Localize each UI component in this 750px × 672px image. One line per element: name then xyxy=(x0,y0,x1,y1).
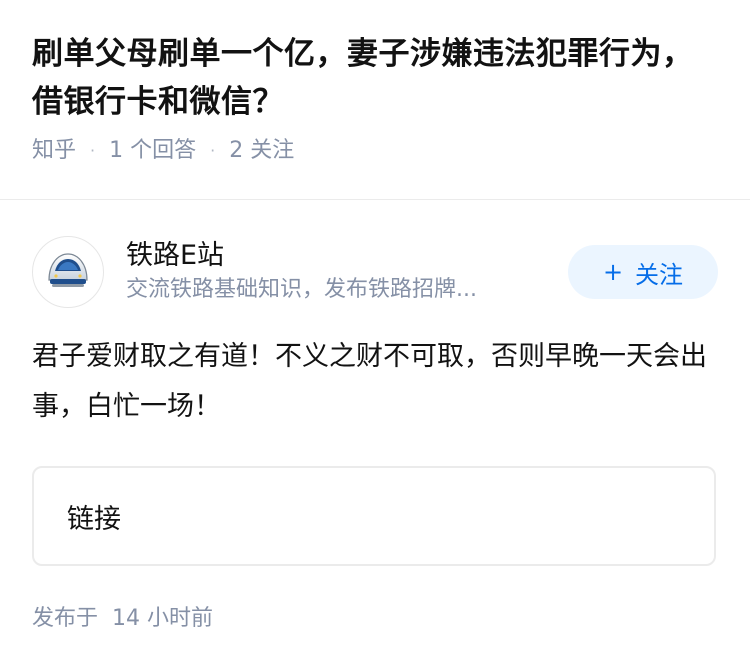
follow-count[interactable]: 2 关注 xyxy=(229,136,294,166)
link-card-label: 链接 xyxy=(67,503,121,535)
follow-button[interactable]: + 关注 xyxy=(568,245,718,299)
publish-label: 发布于 xyxy=(32,606,99,631)
answer-count[interactable]: 1 个回答 xyxy=(109,136,196,166)
separator-dot: · xyxy=(90,141,96,160)
divider xyxy=(0,199,750,200)
publish-time: 发布于 14 小时前 xyxy=(32,603,213,635)
question-meta: 知乎 · 1 个回答 · 2 关注 xyxy=(32,136,718,166)
source-label[interactable]: 知乎 xyxy=(32,136,76,166)
publish-time-value: 14 小时前 xyxy=(112,606,214,631)
question-title[interactable]: 刷单父母刷单一个亿，妻子涉嫌违法犯罪行为，借银行卡和微信？ xyxy=(32,30,718,126)
link-card[interactable]: 链接 xyxy=(32,466,716,566)
bullet-train-icon xyxy=(48,253,88,287)
author-name[interactable]: 铁路E站 xyxy=(126,238,554,274)
author-info: 铁路E站 交流铁路基础知识，发布铁路招牌... xyxy=(126,238,554,306)
follow-button-label: 关注 xyxy=(635,260,684,289)
author-bio: 交流铁路基础知识，发布铁路招牌... xyxy=(126,277,477,302)
avatar[interactable] xyxy=(32,236,104,308)
author-row: 铁路E站 交流铁路基础知识，发布铁路招牌... + 关注 xyxy=(32,236,718,308)
answer-content[interactable]: 君子爱财取之有道！不义之财不可取，否则早晚一天会出事，白忙一场！ xyxy=(32,332,718,432)
plus-icon: + xyxy=(602,258,624,286)
separator-dot: · xyxy=(210,141,216,160)
question-header: 刷单父母刷单一个亿，妻子涉嫌违法犯罪行为，借银行卡和微信？ 知乎 · 1 个回答… xyxy=(0,0,750,166)
answer-item: 铁路E站 交流铁路基础知识，发布铁路招牌... + 关注 君子爱财取之有道！不义… xyxy=(32,236,718,432)
